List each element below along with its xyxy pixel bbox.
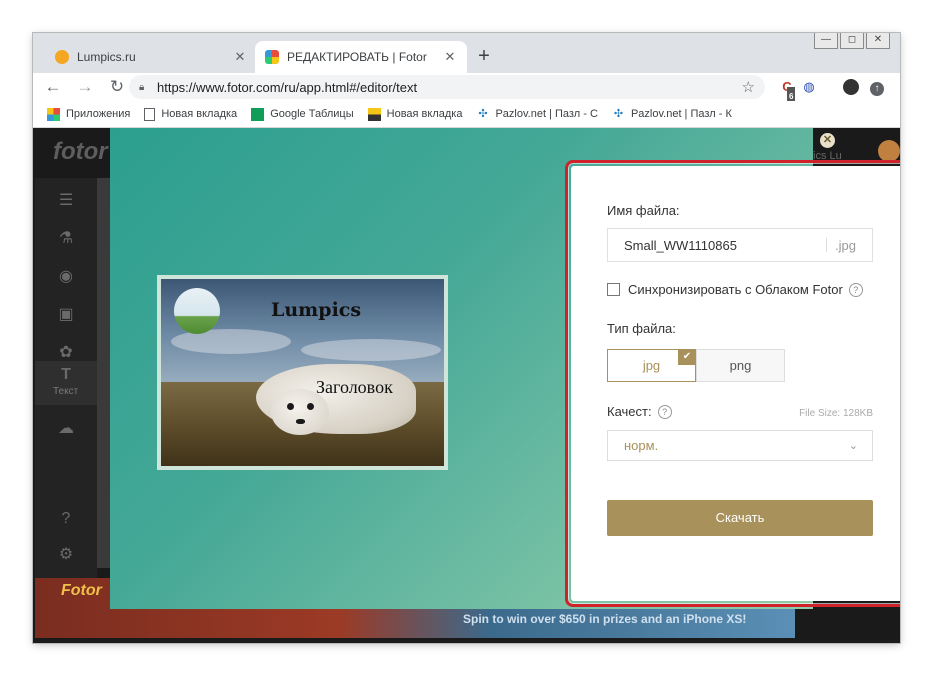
download-button[interactable]: Скачать [607,500,873,536]
export-settings-panel: Имя файла: Small_WW1110865 .jpg Синхрони… [571,166,900,601]
chevron-down-icon: ⌄ [848,440,858,452]
address-bar[interactable]: 🔒︎ https://www.fotor.com/ru/app.html#/ed… [129,75,765,99]
globe-icon[interactable]: ◍ [799,77,819,97]
frames-icon[interactable]: ▣ [55,304,77,326]
update-icon[interactable]: ↑ [867,77,887,97]
banner-text: Spin to win over $650 in prizes and an i… [463,612,747,626]
bookmark-label: Новая вкладка [386,108,463,120]
puzzle-icon: ✣ [478,107,488,120]
cloud-icon[interactable]: ☁ [55,418,77,440]
bookmarks-bar: Приложения Новая вкладка Google Таблицы … [33,101,900,128]
back-arrow-icon[interactable]: ← [41,75,65,99]
browser-window: Lumpics.ru ✕ РЕДАКТИРОВАТЬ | Fotor ✕ + —… [33,33,900,643]
filename-extension: .jpg [835,237,856,253]
bookmark-google-sheets[interactable]: Google Таблицы [251,107,354,121]
maximize-button[interactable]: ◻ [840,33,864,49]
preview-title: Lumpics [271,299,362,321]
tab-title: РЕДАКТИРОВАТЬ | Fotor [287,50,427,64]
new-tab-button[interactable]: + [474,46,494,66]
close-tab-icon[interactable]: ✕ [443,50,457,64]
fotor-favicon-icon [265,50,279,64]
selected-check-icon: ✔ [678,349,696,365]
left-tool-rail: ☰ ⚗ ◉ ▣ ✿ T Текст ☁ ? ⚙ [35,178,99,618]
close-tab-icon[interactable]: ✕ [233,50,247,64]
bookmark-label: Новая вкладка [161,108,238,120]
quality-value: норм. [624,438,659,453]
banner-logo: Fotor [61,582,102,599]
extension-icon[interactable]: C6 [777,77,797,107]
url-text[interactable]: https://www.fotor.com/ru/app.html#/edito… [157,80,742,95]
user-avatar[interactable] [878,140,900,162]
help-icon[interactable]: ? [55,508,77,530]
seal-eye [287,403,294,410]
image-preview: Lumpics Заголовок [157,275,448,470]
export-modal: Lumpics Заголовок Имя файла: Small_WW111… [110,128,900,609]
tab-title: Lumpics.ru [77,50,136,64]
apps-grid-icon [47,107,60,121]
filename-field[interactable]: Small_WW1110865 .jpg [607,228,873,262]
page-icon [144,107,156,121]
sheets-icon [251,107,265,121]
bookmark-label: Приложения [66,108,131,120]
preview-subtitle: Заголовок [316,377,393,397]
reload-icon[interactable]: ↻ [105,75,129,99]
bookmark-apps[interactable]: Приложения [47,107,131,121]
window-controls: — ◻ ✕ [814,33,890,49]
help-icon[interactable]: ? [657,404,672,419]
close-window-button[interactable]: ✕ [866,33,890,49]
settings-icon[interactable]: ⚙ [55,544,77,566]
effects-icon[interactable]: ⚗ [55,228,77,250]
seal-nose [296,419,305,424]
quality-label-row: Качест: ? [607,404,672,419]
filetype-png-button[interactable]: png [696,349,785,382]
close-modal-icon[interactable]: ✕ [820,133,835,148]
sync-checkbox[interactable] [607,283,620,296]
file-size: File Size: 128KB [799,408,873,419]
sync-option[interactable]: Синхронизировать с Облаком Fotor ? [607,282,863,297]
tab-fotor[interactable]: РЕДАКТИРОВАТЬ | Fotor ✕ [255,41,467,73]
filetype-label: Тип файла: [607,321,676,336]
puzzle-icon: ✣ [613,107,624,120]
image-icon [367,107,381,121]
fotor-logo: fotor [53,138,108,165]
page-content: fotor ics Lu ☰ ⚗ ◉ ▣ ✿ T Текст ☁ ? ⚙ Fot… [33,128,900,643]
bookmark-new-tab[interactable]: Новая вкладка [144,107,238,121]
bookmark-star-icon[interactable]: ☆ [742,78,755,96]
preview-circle-logo [174,288,220,334]
filename-input[interactable]: Small_WW1110865 [608,238,826,253]
lock-icon: 🔒︎ [139,82,145,93]
lumpics-favicon-icon [55,50,69,64]
bookmark-new-tab-2[interactable]: Новая вкладка [367,107,463,121]
bookmark-label: Google Таблицы [270,108,354,120]
profile-avatar[interactable] [841,77,861,97]
preview-cloud [301,339,441,361]
forward-arrow-icon[interactable]: → [73,75,97,99]
browser-toolbar: ← → ↻ 🔒︎ https://www.fotor.com/ru/app.ht… [33,73,900,107]
filename-label: Имя файла: [607,203,680,218]
bookmark-label: Pazlov.net | Пазл - К [630,108,732,120]
sync-label: Синхронизировать с Облаком Fotor [628,282,843,297]
minimize-button[interactable]: — [814,33,838,49]
help-icon[interactable]: ? [848,282,863,297]
quality-select[interactable]: норм. ⌄ [607,430,873,461]
bookmark-pazlov-2[interactable]: ✣ Pazlov.net | Пазл - К [612,108,732,121]
bookmark-pazlov-1[interactable]: ✣ Pazlov.net | Пазл - С [476,107,598,121]
tab-strip: Lumpics.ru ✕ РЕДАКТИРОВАТЬ | Fotor ✕ + —… [33,33,900,73]
adjust-icon[interactable]: ☰ [55,190,77,212]
divider [826,238,828,252]
beauty-icon[interactable]: ◉ [55,266,77,288]
text-icon[interactable]: T [55,364,77,386]
bookmark-label: Pazlov.net | Пазл - С [495,108,598,120]
quality-label: Качест: [607,404,652,419]
tab-lumpics[interactable]: Lumpics.ru ✕ [45,41,257,73]
text-tool-label: Текст [53,386,79,397]
seal-eye [307,403,314,410]
